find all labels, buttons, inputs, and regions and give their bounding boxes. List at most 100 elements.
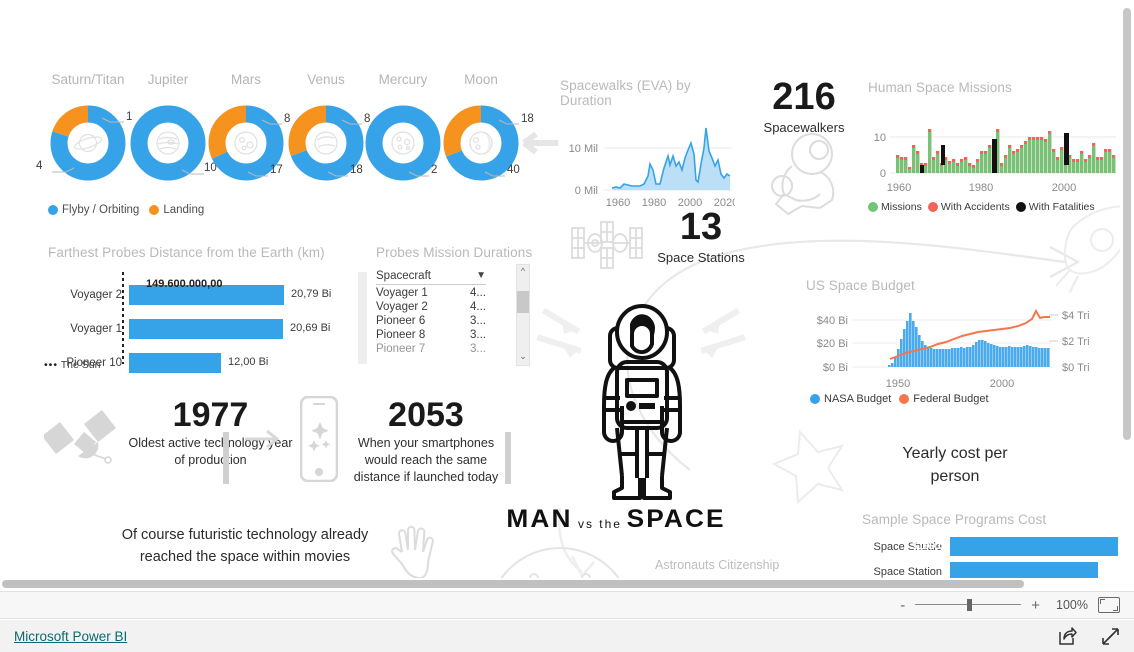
- missions-bars: [896, 129, 1116, 173]
- table-row[interactable]: Pioneer 6 3...: [376, 313, 486, 327]
- bar-track: $199,00: [912, 537, 1120, 556]
- x-axis-tick: 1960: [887, 182, 911, 194]
- zoom-toolbar: - + 100%: [0, 591, 1134, 619]
- missions-legend: Missions With Accidents With Fatalities: [868, 201, 1118, 213]
- data-table[interactable]: Spacecraft ▼ Voyager 1 4... Voyager 2 4.…: [376, 270, 486, 355]
- bar-value: 20,79 Bi: [291, 288, 332, 300]
- space-station-icon: [571, 221, 643, 269]
- legend-item-federal[interactable]: Federal Budget: [899, 393, 989, 405]
- table-row[interactable]: Pioneer 8 3...: [376, 327, 486, 341]
- bar-label: Voyager 1: [70, 323, 122, 335]
- legend-item-accidents[interactable]: With Accidents: [927, 201, 1010, 213]
- bar-label: Voyager 2: [70, 289, 122, 301]
- eva-area-chart[interactable]: 10 Mil 0 Mil 1960 1980 2000 2020: [560, 118, 735, 210]
- probes-mission-durations-table[interactable]: Probes Mission Durations Spacecraft ▼ Vo…: [376, 245, 536, 355]
- scrollbar-thumb[interactable]: [1123, 8, 1131, 440]
- stat-year: 1977: [172, 396, 249, 434]
- legend-swatch-flyby: [48, 205, 58, 215]
- zoom-in-button[interactable]: +: [1031, 598, 1040, 613]
- table-row[interactable]: Pioneer 7 3...: [376, 341, 486, 355]
- scrollbar-thumb[interactable]: [517, 291, 529, 313]
- space-stations-kpi[interactable]: 13 Space Stations: [650, 208, 752, 265]
- sun-reference-value: 149.600.000,00: [146, 278, 223, 290]
- chart-title: Farthest Probes Distance from the Earth …: [48, 245, 325, 260]
- share-icon[interactable]: [1058, 626, 1077, 646]
- fullscreen-icon[interactable]: [1101, 627, 1120, 646]
- spacewalkers-kpi[interactable]: 216 Spacewalkers: [752, 78, 856, 135]
- mercury-icon: [391, 131, 415, 155]
- column-header-spacecraft: Spacecraft: [376, 270, 431, 282]
- table-header-row[interactable]: Spacecraft ▼: [376, 270, 486, 285]
- zoom-slider[interactable]: [915, 599, 1022, 611]
- cell-duration: 4...: [470, 301, 486, 313]
- table-row[interactable]: Voyager 2 4...: [376, 299, 486, 313]
- missions-bar-chart[interactable]: 10 0 1960 1980 2000: [868, 101, 1118, 197]
- y-axis-tick: 10: [874, 132, 886, 144]
- budget-combo-chart[interactable]: $40 Bi $20 Bi $0 Bi $4 Tri $2 Tri $0 Tri: [806, 299, 1106, 391]
- canvas-vertical-scrollbar[interactable]: [1120, 0, 1134, 588]
- bar-fill: [129, 353, 221, 373]
- scroll-up-arrow-icon[interactable]: ^: [517, 266, 529, 276]
- astronauts-citizenship-title: Astronauts Citizenship: [655, 558, 780, 572]
- durations-table-scrollbar[interactable]: ^ ⌄: [516, 264, 530, 366]
- zoom-out-button[interactable]: -: [900, 598, 905, 613]
- bar-value: 20,69 Bi: [290, 322, 331, 334]
- stat-description: When your smartphones would reach the sa…: [353, 436, 499, 484]
- kpi-value: 216: [772, 76, 836, 118]
- spacewalker-icon: [771, 133, 835, 216]
- cell-duration: 4...: [470, 287, 486, 299]
- x-axis-tick: 2000: [1052, 182, 1076, 194]
- human-space-missions-chart[interactable]: Human Space Missions 10 0 1960 1980 2000…: [868, 80, 1118, 213]
- legend-item-flyby[interactable]: Flyby / Orbiting: [48, 204, 139, 216]
- legend-item-landing[interactable]: Landing: [149, 204, 204, 216]
- mars-icon: [234, 131, 258, 155]
- scrollbar-thumb[interactable]: [2, 580, 1024, 588]
- y-right-tick: $2 Tri: [1062, 336, 1090, 348]
- bar-row[interactable]: Voyager 1 20,69 Bi: [48, 316, 368, 342]
- us-space-budget-chart[interactable]: US Space Budget $40 Bi $20 Bi $0 Bi $4 T…: [806, 278, 1106, 405]
- canvas-horizontal-scrollbar[interactable]: [0, 578, 1120, 588]
- chart-title: Probes Mission Durations: [376, 245, 533, 260]
- x-axis-tick: 1980: [969, 182, 993, 194]
- bar-value: $199,00: [912, 540, 950, 552]
- legend-label-accidents: With Accidents: [940, 201, 1010, 213]
- moon-icon: [469, 131, 493, 155]
- legend-item-nasa[interactable]: NASA Budget: [810, 393, 891, 405]
- planets-legend: Flyby / Orbiting Landing: [48, 204, 204, 216]
- kpi-label: Spacewalkers: [763, 120, 845, 135]
- legend-swatch-nasa: [810, 394, 820, 404]
- planet-name: Moon: [464, 72, 498, 87]
- stat-divider: [505, 432, 511, 484]
- stat-divider: [223, 432, 229, 484]
- spacewalks-eva-chart[interactable]: Spacewalks (EVA) by Duration 10 Mil 0 Mi…: [560, 78, 740, 210]
- legend-swatch-accidents: [927, 202, 938, 212]
- fit-to-page-icon[interactable]: [1098, 597, 1120, 613]
- smartphone-distance-stat[interactable]: 2053 When your smartphones would reach t…: [340, 398, 512, 486]
- sort-descending-icon[interactable]: ▼: [476, 270, 486, 282]
- microsoft-power-bi-link[interactable]: Microsoft Power BI: [14, 629, 127, 644]
- cell-spacecraft: Pioneer 7: [376, 343, 426, 355]
- sun-reference-label: ••• The Sun: [44, 359, 101, 371]
- logo-word-man: MAN: [506, 505, 573, 533]
- yearly-cost-label: Yearly cost per person: [902, 445, 1008, 486]
- legend-item-missions[interactable]: Missions: [868, 201, 922, 213]
- chart-title: US Space Budget: [806, 278, 915, 293]
- cell-spacecraft: Pioneer 8: [376, 329, 426, 341]
- venus-icon: [314, 131, 338, 155]
- sample-space-programs-cost-chart[interactable]: Sample Space Programs Cost Space Shuttle…: [862, 512, 1120, 581]
- bar-track: 12,00 Bi: [129, 353, 368, 373]
- bar-row[interactable]: Space Shuttle $199,00: [862, 537, 1120, 556]
- planet-card-moon[interactable]: Moon 18 40: [433, 72, 534, 188]
- probes-chart-scrollbar[interactable]: [358, 272, 367, 364]
- legend-label-nasa: NASA Budget: [824, 393, 892, 405]
- table-row[interactable]: Voyager 1 4...: [376, 285, 486, 299]
- scroll-down-arrow-icon[interactable]: ⌄: [517, 351, 529, 362]
- y-right-tick: $4 Tri: [1062, 310, 1090, 322]
- zoom-slider-knob[interactable]: [967, 599, 973, 611]
- movies-note: Of course futuristic technology already …: [121, 527, 369, 565]
- cell-duration: 3...: [470, 343, 486, 355]
- x-axis-tick: 1960: [606, 197, 630, 209]
- legend-item-fatalities[interactable]: With Fatalities: [1015, 201, 1095, 213]
- oldest-technology-stat[interactable]: 1977 Oldest active technology year of pr…: [128, 398, 293, 469]
- donut-chart-moon[interactable]: 18 40: [433, 102, 534, 188]
